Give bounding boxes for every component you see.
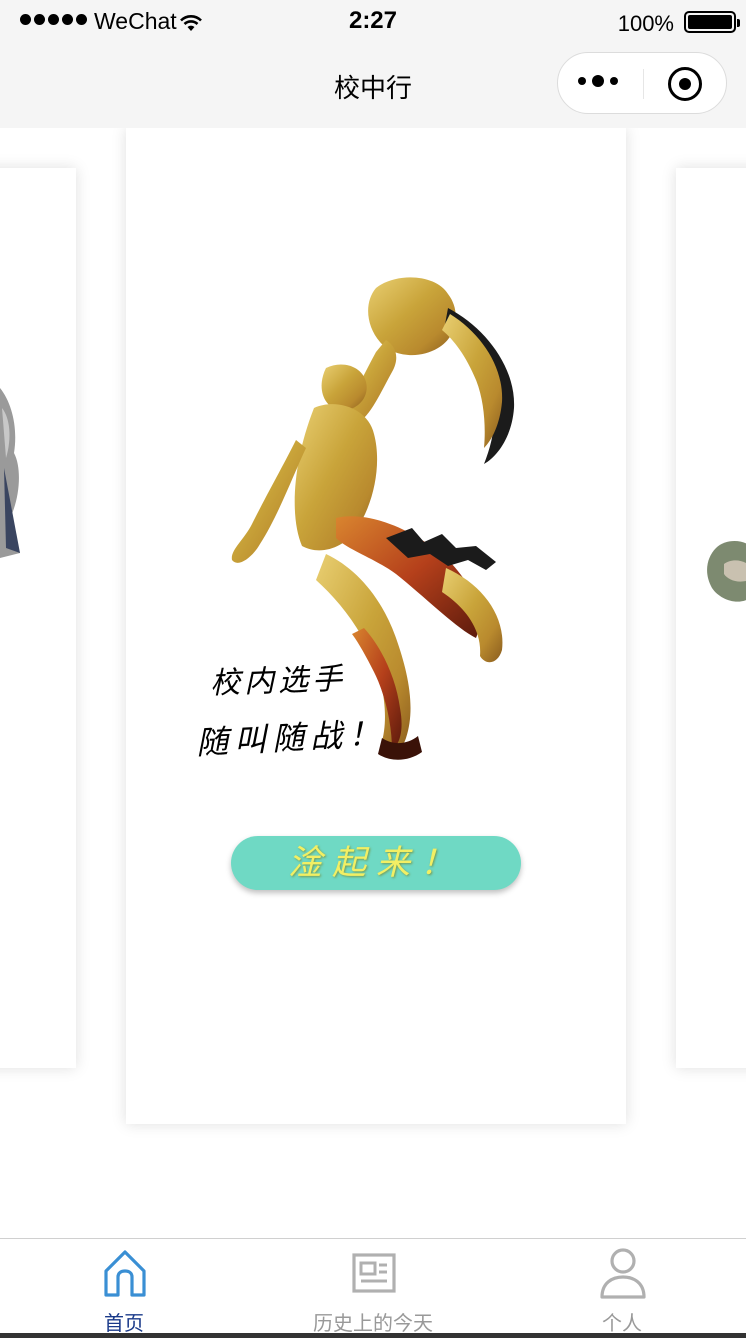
next-card-image xyxy=(707,541,746,602)
wifi-icon xyxy=(180,15,202,31)
previous-card-image xyxy=(0,388,20,558)
swiper-card-current[interactable]: 校内选手 随叫随战！ 淦起来！ xyxy=(126,128,626,1124)
tab-history-today[interactable]: 历史上的今天 xyxy=(249,1239,497,1337)
carrier-name: WeChat xyxy=(94,8,177,34)
close-miniprogram-icon[interactable] xyxy=(668,67,702,101)
tab-profile[interactable]: 个人 xyxy=(498,1239,746,1337)
status-bar: WeChat 2:27 100% xyxy=(0,0,746,44)
tab-history-label: 历史上的今天 xyxy=(313,1311,433,1335)
capsule-divider xyxy=(643,69,644,99)
battery-percent: 100% xyxy=(617,11,674,36)
swiper-card-previous[interactable] xyxy=(0,168,76,1068)
start-button[interactable]: 淦起来！ xyxy=(231,836,521,890)
banner-swiper[interactable]: 校内选手 随叫随战！ 淦起来！ xyxy=(0,128,746,1238)
home-indicator xyxy=(0,1333,746,1338)
more-dots-icon[interactable] xyxy=(578,75,618,87)
tab-home-label: 首页 xyxy=(104,1311,144,1335)
slogan-line-1: 校内选手 xyxy=(209,661,347,702)
navigation-bar: 校中行 xyxy=(0,44,746,128)
miniprogram-capsule xyxy=(557,52,727,114)
battery-icon xyxy=(684,11,740,33)
user-icon xyxy=(600,1248,646,1299)
tab-home[interactable]: 首页 xyxy=(0,1239,248,1337)
home-icon xyxy=(104,1250,146,1297)
tab-bar: 首页 历史上的今天 个人 xyxy=(0,1238,746,1338)
tab-profile-label: 个人 xyxy=(602,1311,642,1335)
swiper-card-next[interactable] xyxy=(676,168,746,1068)
signal-strength-icon xyxy=(20,14,87,25)
newspaper-icon xyxy=(352,1253,396,1293)
